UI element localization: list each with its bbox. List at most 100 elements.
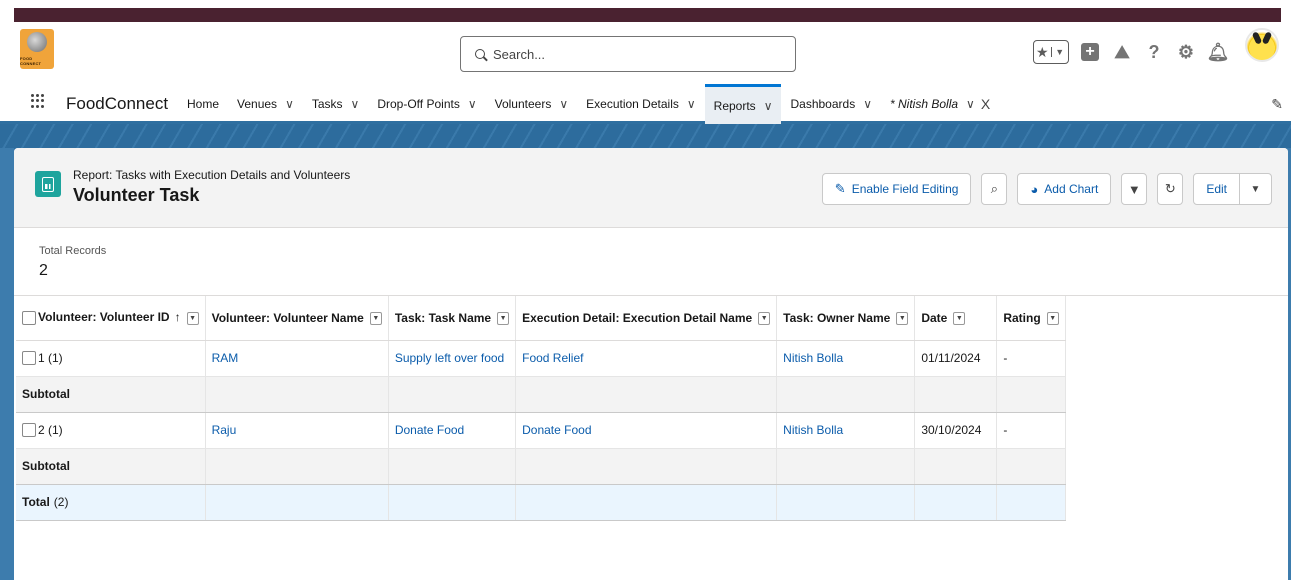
app-name: FoodConnect — [66, 94, 169, 113]
nav-tab-tasks[interactable]: Tasks ∨ — [303, 84, 368, 124]
record-link[interactable]: Food Relief — [522, 351, 583, 365]
total-count: (2) — [53, 495, 69, 509]
column-menu-icon[interactable]: ▼ — [758, 311, 771, 325]
chevron-down-icon[interactable]: ∨ — [687, 97, 696, 111]
column-header-label: Task: Owner Name — [783, 310, 891, 325]
edit-button[interactable]: Edit — [1193, 173, 1240, 205]
subtotal-cell — [205, 376, 389, 413]
row-checkbox[interactable] — [22, 423, 36, 438]
column-header[interactable]: Volunteer: Volunteer ID ↑ ▼ — [16, 296, 206, 341]
report-header: Report: Tasks with Execution Details and… — [14, 148, 1288, 228]
record-link[interactable]: Donate Food — [395, 423, 464, 437]
subtotal-cell — [996, 448, 1066, 485]
nav-tab-drop-off-points[interactable]: Drop-Off Points ∨ — [368, 84, 485, 124]
group-cell: 2 (1) — [16, 412, 206, 449]
column-menu-icon[interactable]: ▼ — [896, 311, 909, 325]
chevron-down-icon[interactable]: ∨ — [468, 97, 477, 111]
chevron-down-icon[interactable]: ∨ — [764, 99, 773, 113]
table-body: 1 (1) RAM Supply left over food Food Relief… — [16, 340, 1066, 521]
record-link[interactable]: Supply left over food — [395, 351, 504, 365]
column-header[interactable]: Date ▼ — [914, 296, 998, 341]
favorites-button[interactable]: ★ ▼ — [1033, 40, 1069, 64]
user-avatar[interactable] — [1245, 28, 1279, 62]
column-header-label: Rating — [1003, 310, 1041, 325]
search-placeholder: Search... — [493, 46, 546, 62]
table-cell: Supply left over food — [388, 340, 517, 377]
report-table: Volunteer: Volunteer ID ↑ ▼ Volunteer: Volu… — [16, 296, 1066, 521]
subtotal-cell — [996, 376, 1066, 413]
nav-tab-label: Dashboards — [790, 97, 856, 111]
refresh-button[interactable]: ↻ — [1157, 173, 1184, 205]
gear-icon[interactable]: ⚙ — [1175, 41, 1197, 63]
column-header[interactable]: Task: Task Name ▼ — [388, 296, 517, 341]
table-cell: Nitish Bolla — [776, 340, 916, 377]
record-link[interactable]: Donate Food — [522, 423, 591, 437]
subtotal-cell — [914, 448, 998, 485]
select-all-checkbox[interactable] — [22, 311, 36, 326]
column-menu-icon[interactable]: ▼ — [186, 311, 199, 325]
search-report-button[interactable]: ⌕ — [981, 173, 1008, 205]
edit-nav-pencil-icon[interactable]: ✎ — [1271, 96, 1283, 113]
nav-tab-label: Tasks — [311, 97, 343, 111]
app-launcher-icon[interactable] — [31, 94, 45, 108]
nav-tab-volunteers[interactable]: Volunteers ∨ — [486, 84, 578, 124]
bell-icon[interactable]: 🔔︎ — [1207, 41, 1230, 63]
column-menu-icon[interactable]: ▼ — [369, 311, 382, 325]
column-menu-icon[interactable]: ▼ — [497, 311, 510, 325]
global-search-input[interactable]: Search... — [460, 36, 796, 72]
column-menu-icon[interactable]: ▼ — [953, 311, 966, 325]
column-header[interactable]: Execution Detail: Execution Detail Name ▼ — [515, 296, 778, 341]
more-actions-button[interactable]: ▼ — [1240, 173, 1272, 205]
help-icon[interactable]: ? — [1143, 41, 1165, 63]
column-header[interactable]: Task: Owner Name ▼ — [776, 296, 916, 341]
total-cell — [996, 484, 1066, 521]
nav-tab-nitish-bolla[interactable]: * Nitish Bolla ∨ X — [881, 84, 999, 124]
globe-icon — [27, 32, 47, 52]
filter-button[interactable]: ▼ — [1121, 173, 1148, 205]
row-checkbox[interactable] — [22, 351, 36, 366]
chevron-down-icon[interactable]: ∨ — [351, 97, 360, 111]
record-link[interactable]: Raju — [212, 423, 237, 437]
total-records-summary: Total Records 2 — [14, 228, 1288, 296]
column-header[interactable]: Rating ▼ — [996, 296, 1066, 341]
nav-tab-label: * Nitish Bolla — [890, 97, 959, 111]
record-link[interactable]: Nitish Bolla — [783, 423, 843, 437]
chart-icon: ◕ — [1030, 181, 1039, 197]
table-row: 2 (1) Raju Donate Food Donate Food Nitish Bo… — [16, 412, 1066, 449]
left-background-edge — [0, 148, 14, 580]
subtotal-label: Subtotal — [16, 448, 206, 485]
chevron-down-icon[interactable]: ∨ — [966, 97, 975, 111]
nav-tab-venues[interactable]: Venues ∨ — [228, 84, 303, 124]
nav-tab-reports[interactable]: Reports ∨ — [704, 84, 782, 124]
record-link[interactable]: Nitish Bolla — [783, 351, 843, 365]
edit-button-group: Edit ▼ — [1193, 173, 1272, 205]
close-tab-icon[interactable]: X — [981, 96, 990, 112]
table-cell: Nitish Bolla — [776, 412, 916, 449]
nav-tab-execution-details[interactable]: Execution Details ∨ — [577, 84, 705, 124]
subtotal-row: Subtotal — [16, 448, 1066, 485]
enable-field-editing-button[interactable]: ✎ Enable Field Editing — [821, 173, 972, 205]
table-cell: Donate Food — [388, 412, 517, 449]
total-cell — [515, 484, 778, 521]
nav-tab-home[interactable]: Home — [178, 84, 228, 124]
column-header[interactable]: Volunteer: Volunteer Name ▼ — [205, 296, 389, 341]
subtotal-cell — [388, 448, 517, 485]
chevron-down-icon[interactable]: ∨ — [559, 97, 568, 111]
cell-value: - — [1003, 423, 1008, 437]
chevron-down-icon[interactable]: ▼ — [1050, 47, 1069, 57]
org-logo[interactable]: FOOD CONNECT — [20, 29, 54, 69]
nav-tab-dashboards[interactable]: Dashboards ∨ — [781, 84, 881, 124]
app-navigation-bar: FoodConnect Home Venues ∨ Tasks ∨ Drop-Off Po… — [0, 84, 1291, 124]
total-cell — [205, 484, 389, 521]
add-chart-button[interactable]: ◕ Add Chart — [1017, 173, 1112, 205]
total-cell — [388, 484, 517, 521]
record-link[interactable]: RAM — [212, 351, 239, 365]
column-header-label: Task: Task Name — [394, 310, 492, 325]
column-menu-icon[interactable]: ▼ — [1046, 311, 1059, 325]
cell-value: 30/10/2024 — [921, 423, 982, 437]
table-cell: - — [996, 412, 1066, 449]
chevron-down-icon[interactable]: ∨ — [863, 97, 872, 111]
global-actions-button[interactable]: + — [1079, 41, 1101, 63]
chevron-down-icon[interactable]: ∨ — [285, 97, 294, 111]
trailhead-icon[interactable]: ⛰ — [1111, 41, 1133, 63]
